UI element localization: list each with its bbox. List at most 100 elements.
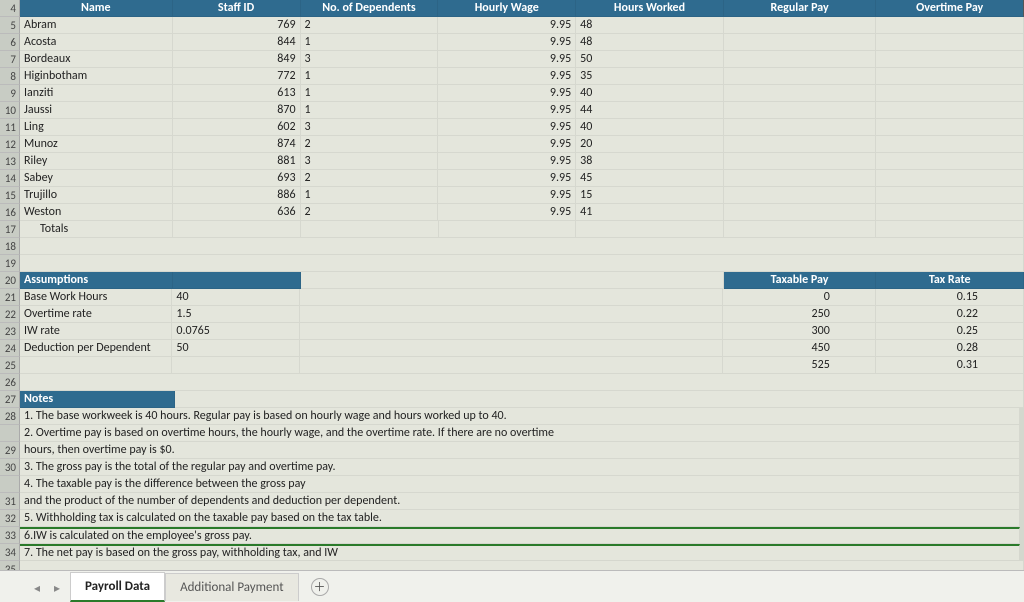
tab-next-icon[interactable]: ▸ — [54, 581, 66, 593]
cell-name[interactable]: Weston — [20, 204, 173, 221]
cell-regular[interactable] — [724, 119, 877, 136]
cell-overtime[interactable] — [876, 170, 1024, 187]
tax-pay[interactable]: 250 — [723, 306, 876, 323]
cell-wage[interactable]: 9.95 — [438, 119, 576, 136]
cell-dependents[interactable]: 2 — [301, 204, 439, 221]
cell-hours[interactable]: 48 — [576, 17, 724, 34]
row-number[interactable] — [0, 476, 20, 493]
tax-pay[interactable]: 450 — [723, 340, 876, 357]
cell-wage[interactable]: 9.95 — [438, 85, 576, 102]
tax-rate[interactable]: 0.25 — [876, 323, 1024, 340]
cell-overtime[interactable] — [876, 187, 1024, 204]
cell-wage[interactable]: 9.95 — [438, 187, 576, 204]
cell-staff[interactable]: 844 — [173, 34, 301, 51]
row-number[interactable]: 24 — [0, 340, 20, 357]
row-number[interactable]: 8 — [0, 68, 20, 85]
cell-staff[interactable]: 881 — [173, 153, 301, 170]
cell-dependents[interactable]: 2 — [301, 17, 439, 34]
row-number[interactable]: 6 — [0, 34, 20, 51]
row-number[interactable]: 34 — [0, 544, 20, 561]
row-number[interactable]: 30 — [0, 459, 20, 476]
row-number[interactable]: 32 — [0, 510, 20, 527]
cell-name[interactable]: Munoz — [20, 136, 173, 153]
note-text[interactable]: 6.IW is calculated on the employee's gro… — [20, 527, 1020, 544]
col-header-staff[interactable]: Staff ID — [173, 0, 301, 17]
row-number[interactable]: 23 — [0, 323, 20, 340]
cell-regular[interactable] — [724, 170, 877, 187]
row-number[interactable]: 19 — [0, 255, 20, 272]
tax-pay[interactable]: 525 — [723, 357, 876, 374]
cell-hours[interactable]: 40 — [576, 85, 724, 102]
row-number[interactable]: 31 — [0, 493, 20, 510]
cell-dependents[interactable]: 2 — [301, 170, 439, 187]
note-text[interactable]: 4. The taxable pay is the difference bet… — [20, 476, 1020, 493]
cell-regular[interactable] — [724, 136, 877, 153]
cell-wage[interactable]: 9.95 — [438, 102, 576, 119]
col-header-overtime[interactable]: Overtime Pay — [876, 0, 1024, 17]
tax-rate[interactable]: 0.31 — [876, 357, 1024, 374]
row-number[interactable]: 11 — [0, 119, 20, 136]
cell-name[interactable]: Ling — [20, 119, 173, 136]
note-text[interactable]: 5. Withholding tax is calculated on the … — [20, 510, 1020, 527]
cell-staff[interactable]: 849 — [173, 51, 301, 68]
cell-overtime[interactable] — [876, 68, 1024, 85]
cell-hours[interactable]: 15 — [576, 187, 724, 204]
col-header-wage[interactable]: Hourly Wage — [438, 0, 576, 17]
cell-staff[interactable]: 613 — [173, 85, 301, 102]
row-number[interactable]: 9 — [0, 85, 20, 102]
col-header-name[interactable]: Name — [20, 0, 173, 17]
row-number[interactable]: 7 — [0, 51, 20, 68]
row-number[interactable]: 33 — [0, 527, 20, 544]
cell-dependents[interactable]: 1 — [301, 85, 439, 102]
cell-staff[interactable]: 874 — [173, 136, 301, 153]
cell-dependents[interactable]: 3 — [301, 119, 439, 136]
row-number[interactable]: 5 — [0, 17, 20, 34]
row-number[interactable]: 27 — [0, 391, 20, 408]
cell-wage[interactable]: 9.95 — [438, 17, 576, 34]
cell-name[interactable]: Acosta — [20, 34, 173, 51]
cell-dependents[interactable]: 1 — [301, 68, 439, 85]
cell-regular[interactable] — [724, 204, 877, 221]
cell-name[interactable]: Abram — [20, 17, 173, 34]
tab-additional-payment[interactable]: Additional Payment — [165, 573, 298, 601]
tax-header-rate[interactable]: Tax Rate — [876, 272, 1024, 289]
cell-regular[interactable] — [724, 85, 877, 102]
cell-overtime[interactable] — [876, 102, 1024, 119]
row-number[interactable]: 29 — [0, 442, 20, 459]
cell-name[interactable]: Trujillo — [20, 187, 173, 204]
row-number[interactable]: 4 — [0, 0, 20, 17]
cell-wage[interactable]: 9.95 — [438, 153, 576, 170]
assumption-value[interactable] — [172, 357, 300, 374]
note-text[interactable]: 7. The net pay is based on the gross pay… — [20, 544, 1020, 561]
cell-name[interactable]: Sabey — [20, 170, 173, 187]
cell-staff[interactable]: 602 — [173, 119, 301, 136]
row-number[interactable]: 25 — [0, 357, 20, 374]
cell-regular[interactable] — [724, 102, 877, 119]
cell-hours[interactable]: 45 — [576, 170, 724, 187]
totals-label[interactable]: Totals — [20, 221, 173, 238]
assumption-label[interactable]: IW rate — [20, 323, 172, 340]
assumption-value[interactable]: 1.5 — [172, 306, 300, 323]
row-number[interactable] — [0, 425, 20, 442]
cell-hours[interactable]: 50 — [576, 51, 724, 68]
cell-regular[interactable] — [724, 51, 877, 68]
notes-header[interactable]: Notes — [20, 391, 175, 408]
cell-regular[interactable] — [724, 34, 877, 51]
note-text[interactable]: 1. The base workweek is 40 hours. Regula… — [20, 408, 1020, 425]
tax-pay[interactable]: 0 — [723, 289, 876, 306]
assumption-label[interactable]: Base Work Hours — [20, 289, 172, 306]
note-text[interactable]: 3. The gross pay is the total of the reg… — [20, 459, 1020, 476]
row-number[interactable]: 17 — [0, 221, 20, 238]
row-number[interactable]: 26 — [0, 374, 20, 391]
cell-hours[interactable]: 48 — [576, 34, 724, 51]
cell-name[interactable]: Jaussi — [20, 102, 173, 119]
cell-staff[interactable]: 870 — [173, 102, 301, 119]
cell-staff[interactable]: 769 — [173, 17, 301, 34]
cell-hours[interactable]: 20 — [576, 136, 724, 153]
cell-overtime[interactable] — [876, 119, 1024, 136]
cell-wage[interactable]: 9.95 — [438, 170, 576, 187]
cell-name[interactable]: Higinbotham — [20, 68, 173, 85]
row-number[interactable]: 28 — [0, 408, 20, 425]
row-number[interactable]: 21 — [0, 289, 20, 306]
row-number[interactable]: 20 — [0, 272, 20, 289]
